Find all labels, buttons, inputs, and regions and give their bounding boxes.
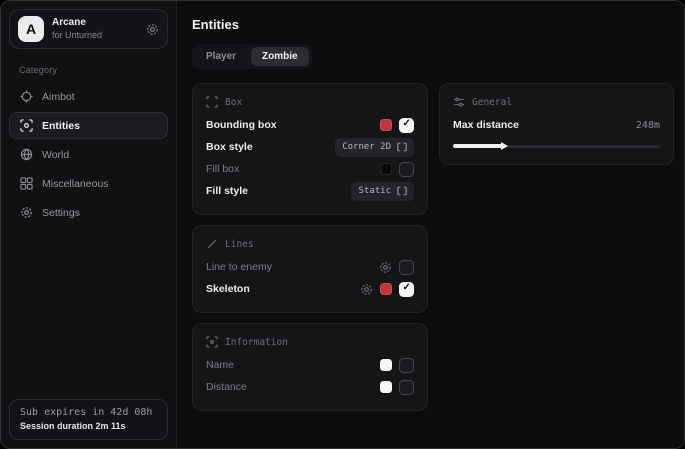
entity-tabs: Player Zombie — [192, 44, 312, 69]
sidebar-item-aimbot[interactable]: Aimbot — [9, 83, 168, 110]
sidebar-item-label: Entities — [42, 120, 80, 132]
color-swatch[interactable] — [380, 283, 392, 295]
box-card: Box Bounding box Box style Corner 2D — [192, 83, 428, 215]
tab-player[interactable]: Player — [195, 47, 247, 66]
setting-row-box-style: Box style Corner 2D — [206, 136, 414, 158]
card-title: Lines — [225, 239, 254, 250]
app-window: A Arcane for Unturned Category Aimbot — [0, 0, 685, 449]
sidebar: A Arcane for Unturned Category Aimbot — [1, 1, 177, 448]
slider-thumb[interactable] — [501, 142, 508, 150]
setting-label: Name — [206, 359, 234, 371]
sidebar-item-label: Aimbot — [42, 91, 75, 103]
page-title: Entities — [192, 17, 674, 32]
setting-label: Bounding box — [206, 119, 277, 131]
app-name: Arcane — [52, 17, 138, 30]
setting-row-distance: Distance — [206, 376, 414, 398]
brand-card: A Arcane for Unturned — [9, 9, 168, 49]
setting-row-max-distance: Max distance 248m — [453, 114, 660, 136]
setting-row-bounding-box: Bounding box — [206, 114, 414, 136]
sidebar-item-settings[interactable]: Settings — [9, 199, 168, 226]
color-swatch[interactable] — [380, 381, 392, 393]
sidebar-item-miscellaneous[interactable]: Miscellaneous — [9, 170, 168, 197]
information-card: Information Name Distance — [192, 323, 428, 411]
crosshair-icon — [20, 90, 33, 103]
card-title: Box — [225, 97, 242, 108]
setting-row-name: Name — [206, 354, 414, 376]
select-icon — [397, 142, 407, 152]
checkbox[interactable] — [399, 282, 414, 297]
tab-zombie[interactable]: Zombie — [251, 47, 309, 66]
checkbox[interactable] — [399, 260, 414, 275]
checkbox[interactable] — [399, 162, 414, 177]
dropdown-value: Static — [358, 186, 391, 196]
sliders-icon — [453, 96, 465, 108]
setting-label: Fill box — [206, 163, 239, 175]
color-swatch[interactable] — [380, 359, 392, 371]
session-duration-text: Session duration 2m 11s — [20, 421, 157, 431]
gear-icon[interactable] — [146, 23, 159, 36]
lines-card: Lines Line to enemy — [192, 225, 428, 313]
subscription-card: Sub expires in 42d 08h Session duration … — [9, 399, 168, 440]
gear-icon[interactable] — [379, 261, 392, 274]
gear-icon — [20, 206, 33, 219]
setting-label: Skeleton — [206, 283, 250, 295]
checkbox[interactable] — [399, 118, 414, 133]
setting-row-skeleton: Skeleton — [206, 278, 414, 300]
setting-label: Distance — [206, 381, 247, 393]
sidebar-item-world[interactable]: World — [9, 141, 168, 168]
checkbox[interactable] — [399, 358, 414, 373]
card-title: Information — [225, 337, 288, 348]
color-swatch[interactable] — [380, 119, 392, 131]
app-subtitle: for Unturned — [52, 30, 138, 41]
line-icon — [206, 238, 218, 250]
checkbox[interactable] — [399, 380, 414, 395]
select-icon — [397, 186, 407, 196]
max-distance-value: 248m — [636, 120, 660, 131]
dropdown-value: Corner 2D — [342, 142, 391, 152]
setting-row-fill-box: Fill box — [206, 158, 414, 180]
color-swatch[interactable] — [380, 163, 392, 175]
setting-row-line-to-enemy: Line to enemy — [206, 256, 414, 278]
setting-label: Line to enemy — [206, 261, 272, 273]
sub-expires-text: Sub expires in 42d 08h — [20, 407, 157, 418]
category-label: Category — [19, 65, 168, 75]
general-card: General Max distance 248m — [439, 83, 674, 165]
sidebar-item-label: Miscellaneous — [42, 178, 109, 190]
gear-icon[interactable] — [360, 283, 373, 296]
card-title: General — [472, 97, 512, 108]
grid-icon — [20, 177, 33, 190]
scan-icon — [20, 119, 33, 132]
fill-style-dropdown[interactable]: Static — [351, 182, 414, 201]
setting-label: Fill style — [206, 185, 248, 197]
box-style-dropdown[interactable]: Corner 2D — [335, 138, 414, 157]
setting-label: Max distance — [453, 119, 519, 131]
setting-label: Box style — [206, 141, 253, 153]
setting-row-fill-style: Fill style Static — [206, 180, 414, 202]
scan-eye-icon — [206, 336, 218, 348]
sidebar-item-label: World — [42, 149, 69, 161]
sidebar-item-entities[interactable]: Entities — [9, 112, 168, 139]
slider-fill — [453, 144, 503, 148]
main-panel: Entities Player Zombie Box — [177, 1, 684, 448]
globe-icon — [20, 148, 33, 161]
sidebar-item-label: Settings — [42, 207, 80, 219]
box-scan-icon — [206, 96, 218, 108]
app-logo: A — [18, 16, 44, 42]
sidebar-nav: Aimbot Entities World — [9, 83, 168, 226]
max-distance-slider[interactable] — [453, 140, 660, 152]
